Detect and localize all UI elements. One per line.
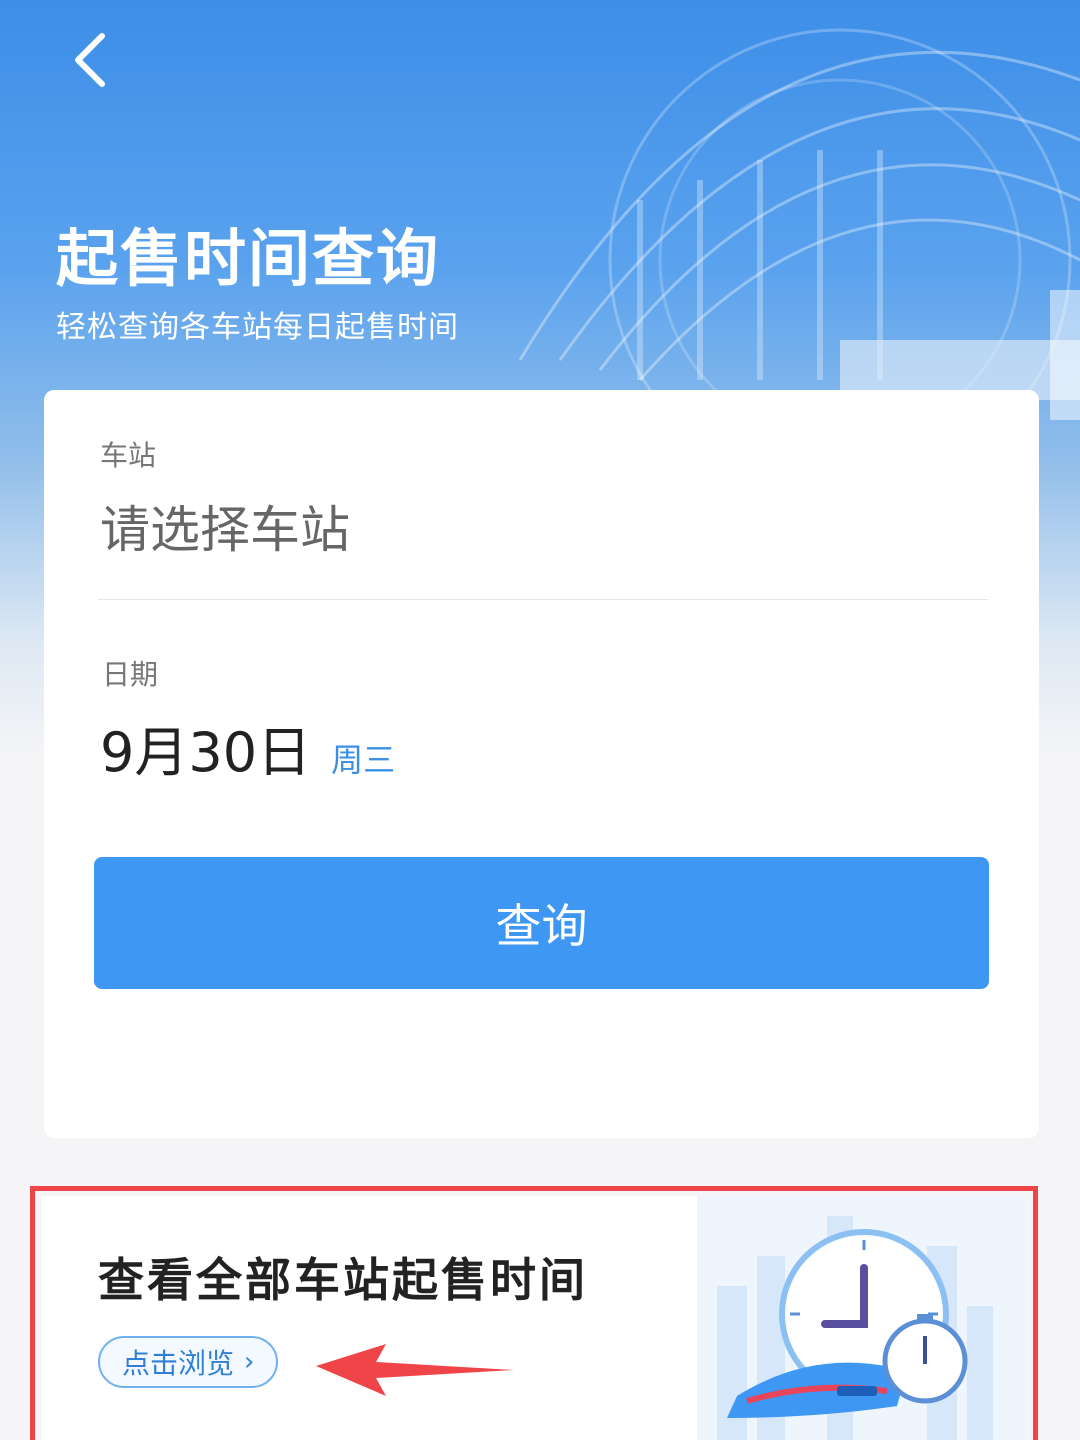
date-label: 日期 — [102, 658, 159, 691]
station-label: 车站 — [100, 439, 157, 472]
weekday-label: 周三 — [331, 741, 396, 779]
annotation-highlight-box — [30, 1186, 1038, 1440]
annotation-arrow-icon — [316, 1344, 514, 1396]
page-title: 起售时间查询 — [56, 222, 441, 295]
divider — [98, 599, 988, 600]
query-button[interactable]: 查询 — [94, 857, 989, 989]
chevron-left-icon — [75, 33, 105, 87]
station-selector[interactable]: 请选择车站 — [100, 490, 980, 562]
page-subtitle: 轻松查询各车站每日起售时间 — [56, 310, 459, 345]
query-card: 车站 请选择车站 日期 9月30日 周三 查询 — [44, 390, 1039, 1138]
back-button[interactable] — [50, 20, 130, 100]
date-selector[interactable]: 9月30日 周三 — [100, 708, 395, 787]
date-value: 9月30日 — [100, 721, 312, 784]
